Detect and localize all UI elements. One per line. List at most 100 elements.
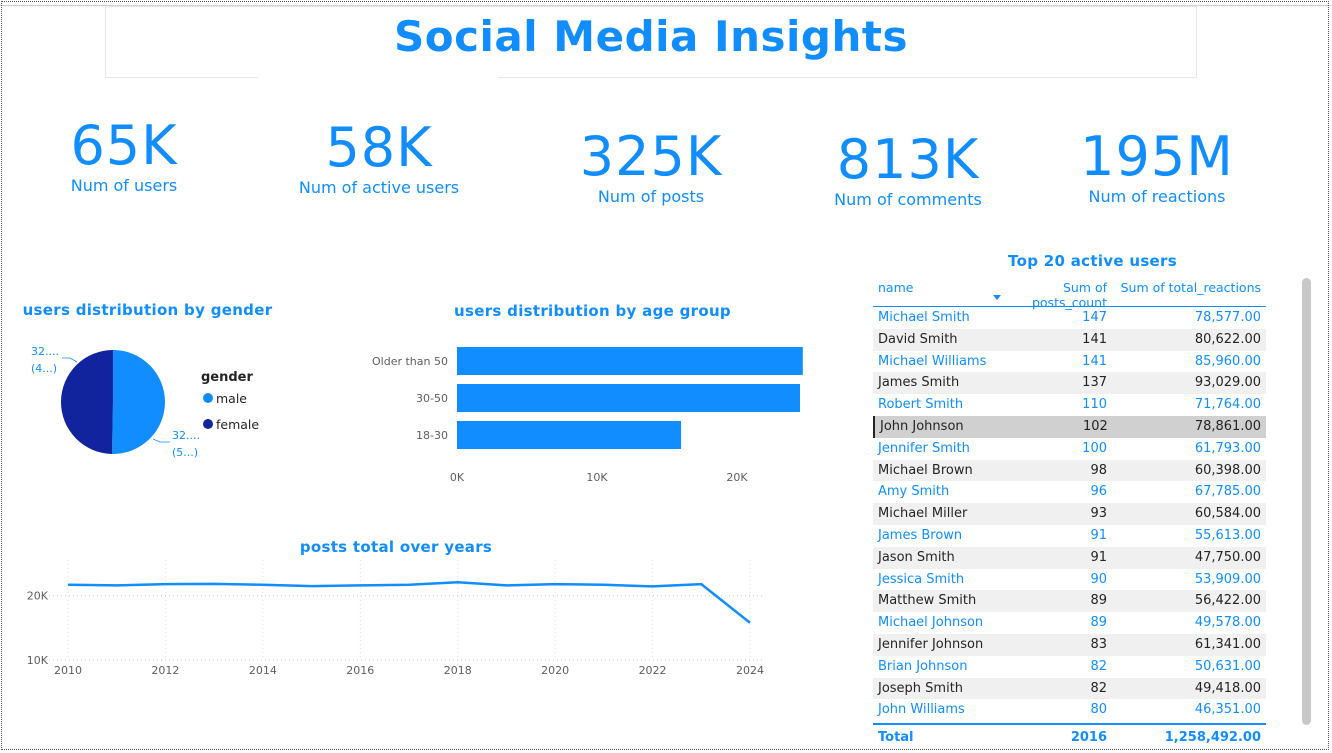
cell-name: Michael Johnson bbox=[878, 615, 984, 631]
cell-name: Jennifer Johnson bbox=[878, 636, 984, 652]
cell-total-reactions: 80,622.00 bbox=[1194, 331, 1261, 347]
pie-label-male-pct: (5...) bbox=[172, 446, 198, 459]
table-row[interactable]: Jessica Smith 90 53,909.00 bbox=[873, 568, 1266, 591]
column-header-posts-count[interactable]: Sum of posts_count bbox=[991, 276, 1113, 310]
legend-marker-male bbox=[203, 393, 213, 403]
table-total-row: Total 2016 1,258,492.00 bbox=[873, 723, 1266, 751]
posts-line-chart[interactable]: 2010 2012 2014 2016 2018 2020 2022 2024 10K 20K bbox=[15, 560, 775, 685]
cell-total-reactions: 67,785.00 bbox=[1194, 484, 1261, 500]
top-users-table[interactable]: name Sum of posts_count Sum of total_rea… bbox=[873, 276, 1266, 751]
cell-name: Michael Williams bbox=[878, 353, 987, 369]
table-row[interactable]: Michael Williams 141 85,960.00 bbox=[873, 350, 1266, 373]
kpi-value: 195M bbox=[1080, 125, 1234, 188]
line-x-tick-label: 2022 bbox=[639, 664, 667, 677]
table-row[interactable]: James Brown 91 55,613.00 bbox=[873, 524, 1266, 547]
cell-posts-count: 141 bbox=[1082, 331, 1107, 347]
cell-posts-count: 91 bbox=[1090, 527, 1107, 543]
cell-total-reactions: 49,578.00 bbox=[1194, 615, 1261, 631]
table-row[interactable]: John Williams 80 46,351.00 bbox=[873, 699, 1266, 722]
cell-total-reactions: 85,960.00 bbox=[1194, 353, 1261, 369]
line-y-tick-label: 10K bbox=[27, 654, 49, 667]
cell-name: Brian Johnson bbox=[878, 658, 968, 674]
cell-name: Jessica Smith bbox=[878, 571, 965, 587]
table-row[interactable]: Robert Smith 110 71,764.00 bbox=[873, 394, 1266, 416]
cell-name: Joseph Smith bbox=[878, 680, 964, 696]
gender-chart-title: users distribution by gender bbox=[22, 301, 273, 319]
cell-total-reactions: 53,909.00 bbox=[1194, 571, 1261, 587]
cell-posts-count: 93 bbox=[1090, 506, 1107, 522]
cell-name: John Johnson bbox=[880, 418, 964, 434]
cell-name: Michael Brown bbox=[878, 462, 973, 478]
cell-name: James Brown bbox=[878, 527, 963, 543]
total-reactions: 1,258,492.00 bbox=[1164, 730, 1261, 746]
table-row[interactable]: Matthew Smith 89 56,422.00 bbox=[873, 590, 1266, 613]
kpi-num-users[interactable]: 65K Num of users bbox=[44, 116, 204, 196]
cell-posts-count: 89 bbox=[1090, 593, 1107, 609]
gender-pie-chart[interactable]: 32.... (4...) 32.... (5...) gender male f… bbox=[20, 335, 280, 470]
posts-series-line bbox=[67, 580, 751, 624]
total-label: Total bbox=[878, 730, 914, 746]
table-title: Top 20 active users bbox=[1008, 252, 1177, 270]
table-row[interactable]: Michael Miller 93 60,584.00 bbox=[873, 503, 1266, 525]
line-x-tick-label: 2020 bbox=[541, 664, 569, 677]
table-scrollbar[interactable] bbox=[1302, 278, 1311, 725]
cell-posts-count: 100 bbox=[1082, 440, 1107, 456]
cell-name: Michael Miller bbox=[878, 506, 968, 522]
cell-total-reactions: 61,793.00 bbox=[1194, 440, 1261, 456]
cell-total-reactions: 46,351.00 bbox=[1194, 702, 1261, 718]
total-posts-count: 2016 bbox=[1070, 730, 1107, 746]
column-header-name[interactable]: name bbox=[873, 276, 991, 306]
table-row[interactable]: Michael Johnson 89 49,578.00 bbox=[873, 612, 1266, 634]
cell-total-reactions: 49,418.00 bbox=[1194, 680, 1261, 696]
column-header-total-reactions[interactable]: Sum of total_reactions bbox=[1113, 276, 1266, 306]
title-box-gap bbox=[258, 74, 498, 80]
cell-total-reactions: 61,341.00 bbox=[1194, 636, 1261, 652]
cell-posts-count: 82 bbox=[1090, 658, 1107, 674]
kpi-label: Num of posts bbox=[597, 187, 705, 206]
age-bar-chart[interactable]: Older than 50 30-50 18-30 0K 10K 20K bbox=[340, 335, 820, 490]
pie-label-female-pct: (4...) bbox=[31, 362, 57, 375]
page-title: Social Media Insights bbox=[394, 12, 908, 61]
kpi-value: 325K bbox=[579, 125, 723, 188]
age-bar-18-30 bbox=[457, 421, 681, 449]
table-row[interactable]: Amy Smith 96 67,785.00 bbox=[873, 481, 1266, 504]
kpi-num-reactions[interactable]: 195M Num of reactions bbox=[1067, 127, 1247, 207]
kpi-label: Num of reactions bbox=[1088, 187, 1226, 206]
cell-total-reactions: 56,422.00 bbox=[1194, 593, 1261, 609]
kpi-value: 813K bbox=[836, 128, 980, 191]
cell-total-reactions: 60,398.00 bbox=[1194, 462, 1261, 478]
table-row[interactable]: Brian Johnson 82 50,631.00 bbox=[873, 655, 1266, 678]
table-row[interactable]: James Smith 137 93,029.00 bbox=[873, 372, 1266, 395]
kpi-num-active-users[interactable]: 58K Num of active users bbox=[284, 118, 474, 198]
cell-name: Robert Smith bbox=[878, 397, 964, 413]
table-row[interactable]: John Johnson 102 78,861.00 bbox=[873, 415, 1266, 438]
cell-posts-count: 80 bbox=[1090, 702, 1107, 718]
cell-total-reactions: 60,584.00 bbox=[1194, 506, 1261, 522]
age-x-tick-label: 0K bbox=[450, 471, 465, 484]
line-x-tick-label: 2012 bbox=[151, 664, 179, 677]
table-row[interactable]: Jennifer Johnson 83 61,341.00 bbox=[873, 633, 1266, 656]
cell-posts-count: 83 bbox=[1090, 636, 1107, 652]
cell-posts-count: 96 bbox=[1090, 484, 1107, 500]
sort-descending-icon bbox=[993, 295, 1001, 300]
cell-posts-count: 98 bbox=[1090, 462, 1107, 478]
pie-slice-male bbox=[111, 350, 166, 454]
table-row[interactable]: Michael Brown 98 60,398.00 bbox=[873, 459, 1266, 482]
age-x-tick-label: 20K bbox=[726, 471, 748, 484]
table-row[interactable]: Michael Smith 147 78,577.00 bbox=[873, 307, 1266, 329]
cell-posts-count: 89 bbox=[1090, 615, 1107, 631]
cell-total-reactions: 55,613.00 bbox=[1194, 527, 1261, 543]
cell-name: James Smith bbox=[878, 375, 960, 391]
table-row[interactable]: Jason Smith 91 47,750.00 bbox=[873, 546, 1266, 569]
table-row[interactable]: Jennifer Smith 100 61,793.00 bbox=[873, 437, 1266, 460]
line-x-tick-label: 2010 bbox=[54, 664, 82, 677]
kpi-num-posts[interactable]: 325K Num of posts bbox=[561, 127, 741, 207]
table-row[interactable]: Joseph Smith 82 49,418.00 bbox=[873, 677, 1266, 700]
pie-leader-female bbox=[62, 357, 78, 363]
age-category-label: 30-50 bbox=[416, 392, 448, 405]
cell-total-reactions: 93,029.00 bbox=[1194, 375, 1261, 391]
cell-total-reactions: 71,764.00 bbox=[1194, 397, 1261, 413]
table-row[interactable]: David Smith 141 80,622.00 bbox=[873, 328, 1266, 351]
pie-label-female-value: 32.... bbox=[31, 345, 59, 358]
kpi-num-comments[interactable]: 813K Num of comments bbox=[818, 130, 998, 210]
